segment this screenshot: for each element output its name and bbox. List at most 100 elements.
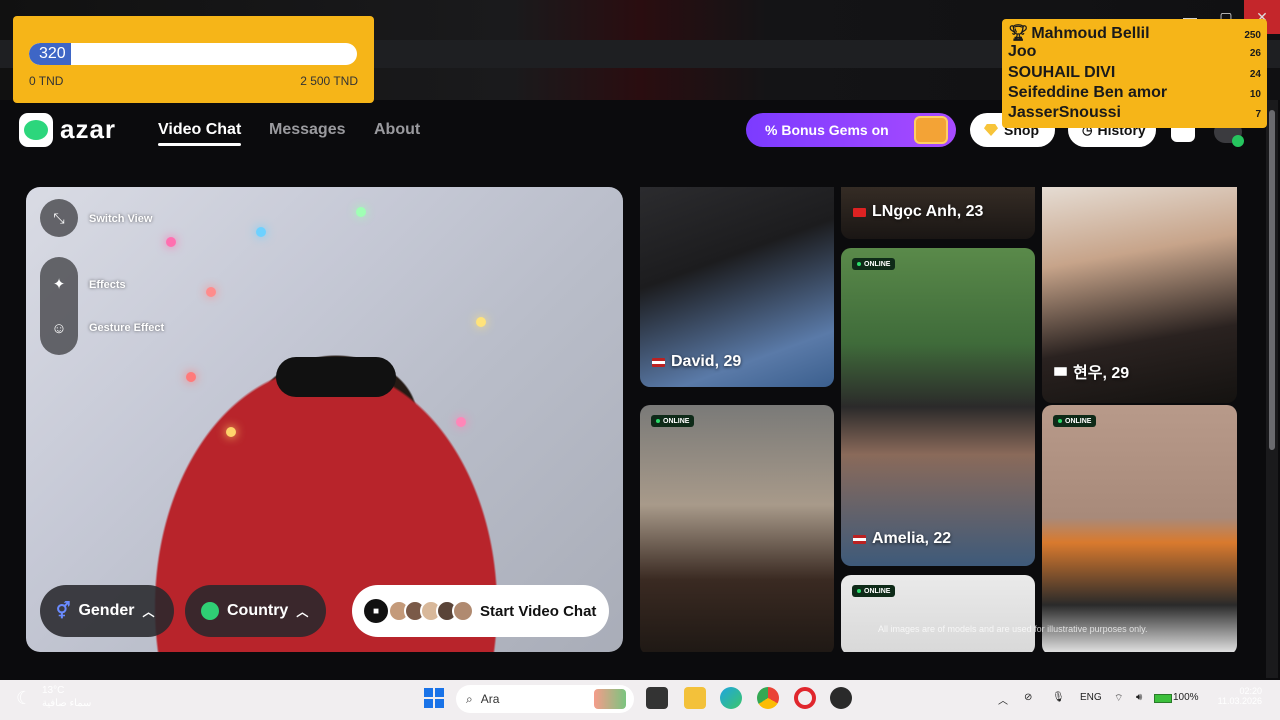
moon-weather-icon[interactable]: ☾ [16, 688, 32, 709]
volume-icon[interactable]: 🔊︎ [1136, 692, 1142, 703]
page-scrollbar[interactable] [1266, 100, 1278, 678]
leaderboard-row: JasserSnoussi 7 [1008, 104, 1261, 122]
obs-icon[interactable] [830, 687, 852, 709]
task-view-icon[interactable] [646, 687, 668, 709]
profile-card[interactable]: ONLINE [1042, 405, 1237, 652]
search-highlight-art [594, 689, 626, 709]
switch-view-button[interactable]: ⤡ [40, 199, 78, 237]
effects-icon[interactable]: ✦ [40, 265, 78, 303]
battery-icon[interactable] [1154, 694, 1172, 703]
donation-goal-widget: 320 0 TND 2 500 TND [13, 16, 374, 103]
leaderboard-row: Joo 26 [1008, 43, 1261, 61]
sunglasses [276, 357, 396, 397]
edge-icon[interactable] [720, 687, 742, 709]
chevron-up-icon[interactable]: ︿ [998, 692, 1008, 707]
self-video-preview [26, 187, 623, 652]
decor-light [166, 237, 176, 247]
trophy-icon: 🏆︎ [1008, 25, 1029, 42]
clock-time: 02:20 [1239, 686, 1262, 696]
taskbar-clock[interactable]: 02:20 11.03.2026 [1212, 686, 1262, 706]
chrome-icon[interactable] [757, 687, 779, 709]
bonus-gems-label: % Bonus Gems on [765, 122, 889, 138]
gender-filter-button[interactable]: ⚥ Gender ︿ [40, 585, 174, 637]
start-video-chat-button[interactable]: ■ Start Video Chat [352, 585, 609, 637]
decor-light [226, 427, 236, 437]
donation-min: 0 TND [29, 74, 64, 88]
profile-name: LNgọc Anh, 23 [853, 203, 983, 221]
chevron-up-icon: ︿ [142, 604, 155, 619]
online-badge: ONLINE [651, 415, 695, 427]
language-indicator[interactable]: ENG [1080, 692, 1102, 703]
profile-card[interactable]: ONLINE [640, 405, 834, 652]
online-badge: ONLINE [1053, 415, 1097, 427]
online-dot [1232, 135, 1244, 147]
start-video-chat-label: Start Video Chat [480, 602, 597, 620]
microphone-icon[interactable]: 🎙︎ [1052, 692, 1065, 703]
flag-icon [652, 357, 665, 367]
donation-current: 320 [39, 45, 66, 62]
gesture-effect-label: Gesture Effect [89, 322, 165, 334]
profile-card[interactable]: 현우, 29 [1042, 187, 1237, 403]
file-explorer-icon[interactable] [684, 687, 706, 709]
nav-video-chat[interactable]: Video Chat [158, 121, 242, 146]
donation-progress-bar: 320 [29, 43, 357, 65]
start-button[interactable] [424, 688, 444, 708]
decor-light [186, 372, 196, 382]
profile-card[interactable]: ONLINE [841, 575, 1035, 652]
weather-temp[interactable]: 13°C [42, 685, 64, 696]
taskbar-search[interactable]: ⌕ Ara [456, 685, 634, 713]
country-label: Country [227, 602, 289, 619]
treasure-chest-icon [914, 116, 948, 144]
decor-light [256, 227, 266, 237]
decor-light [456, 417, 466, 427]
profile-gallery: David, 29 LNgọc Anh, 23 현우, 29 ONLINE Am… [640, 187, 1237, 652]
decor-light [206, 287, 216, 297]
nav-messages[interactable]: Messages [269, 121, 346, 139]
profile-card[interactable]: LNgọc Anh, 23 [841, 187, 1035, 239]
battery-level: 100% [1173, 692, 1199, 703]
flag-icon [1054, 366, 1067, 376]
bonus-gems-banner[interactable]: % Bonus Gems on [746, 113, 956, 147]
country-filter-button[interactable]: Country ︿ [185, 585, 326, 637]
donation-max: 2 500 TND [300, 74, 358, 88]
profile-name: 현우, 29 [1054, 359, 1129, 383]
search-icon: ⌕ [466, 691, 473, 706]
opera-icon[interactable] [794, 687, 816, 709]
globe-icon [201, 602, 219, 620]
decor-light [356, 207, 366, 217]
gender-label: Gender [78, 602, 135, 619]
profile-name: David, 29 [652, 353, 741, 371]
azar-logo-icon[interactable] [19, 113, 53, 147]
logo-text[interactable]: azar [60, 114, 116, 145]
gender-icon: ⚥ [56, 603, 71, 620]
switch-view-icon: ⤡ [53, 209, 65, 226]
effects-tool-group: ✦ ☺ [40, 257, 78, 355]
avatar-stack [386, 600, 474, 622]
effects-label: Effects [89, 279, 126, 291]
online-badge: ONLINE [852, 258, 896, 270]
camera-icon: ■ [364, 599, 388, 623]
search-placeholder: Ara [480, 692, 500, 706]
gesture-icon[interactable]: ☺ [40, 309, 78, 347]
decor-light [476, 317, 486, 327]
chevron-up-icon: ︿ [296, 604, 309, 619]
network-off-icon[interactable]: ⊘ [1024, 692, 1032, 703]
nav-about[interactable]: About [374, 121, 420, 139]
clock-date: 11.03.2026 [1217, 696, 1262, 706]
wifi-icon[interactable]: ⌔ [1114, 692, 1123, 705]
scrollbar-thumb[interactable] [1269, 110, 1275, 450]
leaderboard-row: 🏆︎ Mahmoud Bellil 250 [1008, 25, 1261, 42]
leaderboard-row: Seifeddine Ben amor 10 [1008, 83, 1261, 101]
profile-card[interactable]: David, 29 [640, 187, 834, 387]
flag-icon [853, 534, 866, 544]
profile-name: Amelia, 22 [853, 530, 951, 548]
online-badge: ONLINE [852, 585, 896, 597]
gem-icon [984, 124, 998, 136]
leaderboard-row: SOUHAIL DIVI 24 [1008, 63, 1261, 81]
disclaimer-text: All images are of models and are used fo… [878, 624, 1148, 634]
weather-condition: سماء صافية [42, 698, 92, 709]
profile-card[interactable]: ONLINE Amelia, 22 [841, 248, 1035, 566]
switch-view-label: Switch View [89, 213, 153, 225]
flag-icon [853, 207, 866, 217]
donor-leaderboard: 🏆︎ Mahmoud Bellil 250 Joo 26 SOUHAIL DIVI 24… [1002, 19, 1267, 128]
